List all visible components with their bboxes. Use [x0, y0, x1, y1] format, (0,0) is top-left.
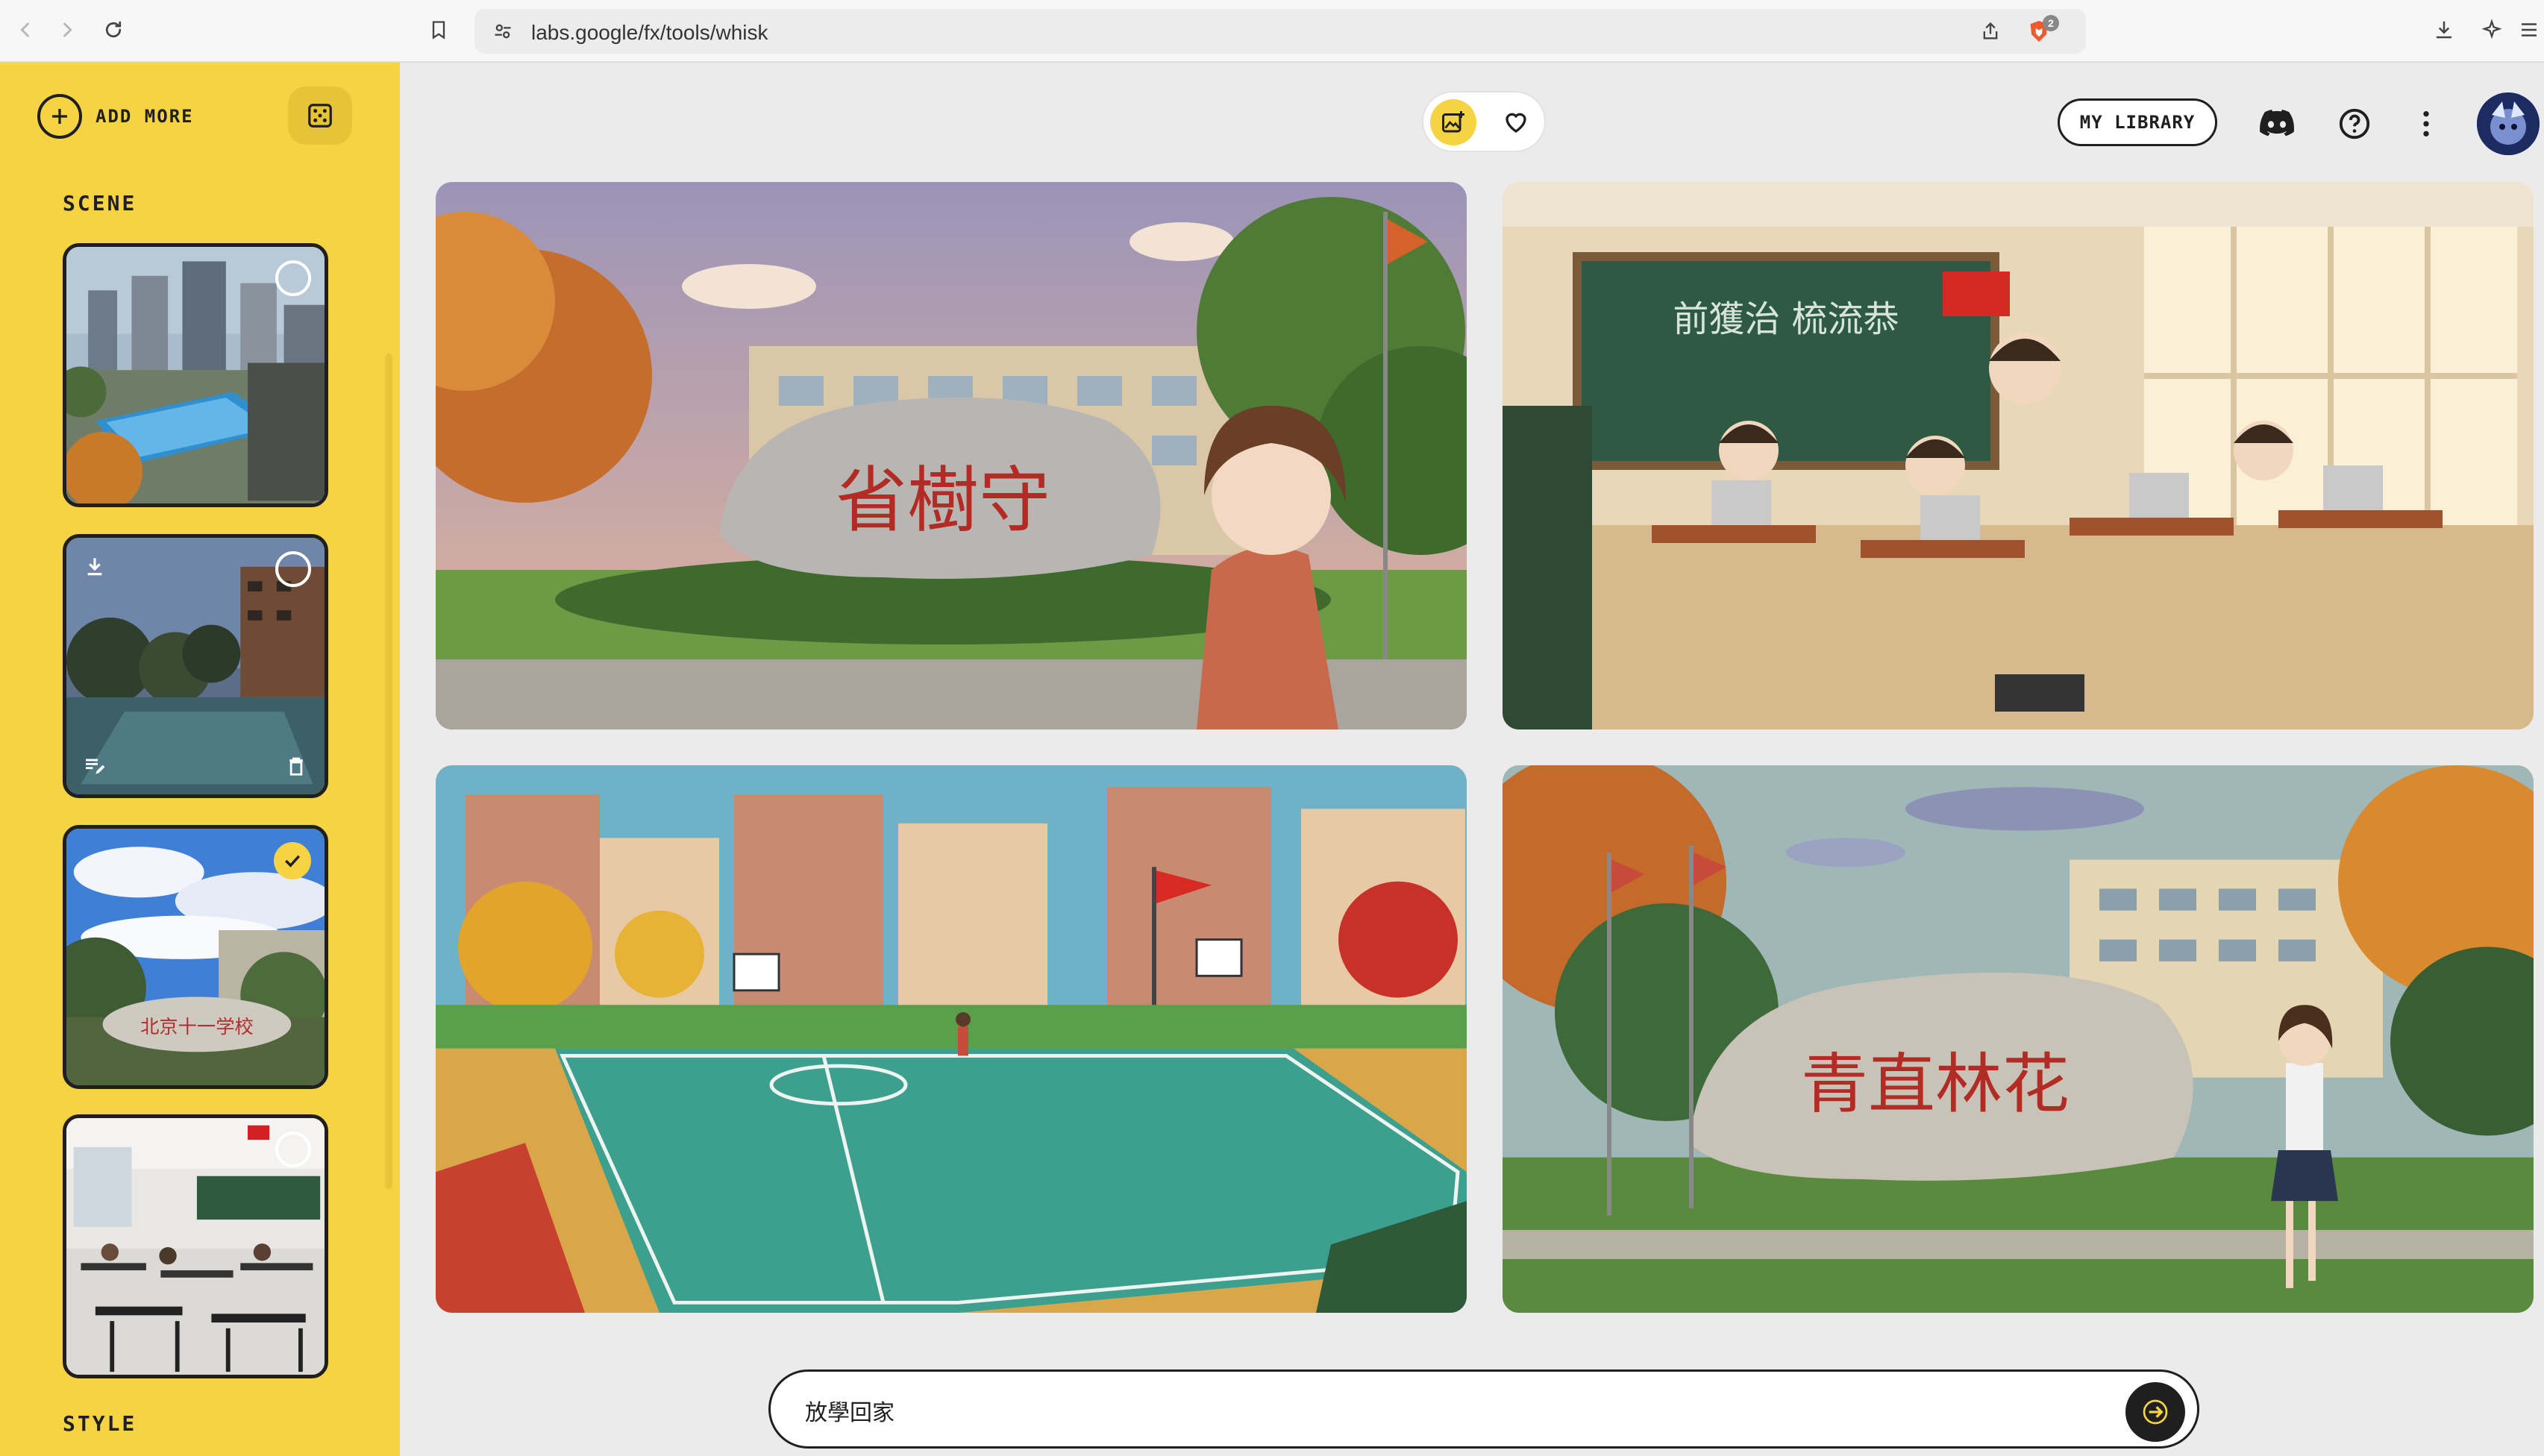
- view-toggle: [1422, 91, 1546, 152]
- prompt-bar: [768, 1369, 2199, 1449]
- generated-image-2[interactable]: 前獲治 梳流恭: [1503, 182, 2534, 729]
- forward-button[interactable]: [51, 13, 84, 46]
- reload-button[interactable]: [97, 13, 130, 46]
- scene-thumbnail-1[interactable]: [63, 243, 328, 507]
- generated-image-3-art: [436, 765, 1467, 1313]
- share-icon: [1983, 22, 1998, 40]
- downloads-button[interactable]: [2428, 13, 2460, 46]
- generated-image-2-art: 前獲治 梳流恭: [1503, 182, 2534, 729]
- dice-icon: [308, 104, 332, 128]
- generated-images-tab[interactable]: [1430, 99, 1476, 145]
- help-icon: [2339, 108, 2370, 139]
- edit-scene-button[interactable]: [77, 748, 113, 784]
- hamburger-icon: [2522, 23, 2537, 37]
- stone-inscription: 北京十一学校: [140, 1016, 254, 1038]
- select-ring-4[interactable]: [275, 1132, 311, 1167]
- bookmark-button[interactable]: [422, 13, 455, 46]
- url-text: labs.google/fx/tools/whisk: [531, 21, 768, 44]
- select-ring-2[interactable]: [275, 551, 311, 587]
- brave-shield-button[interactable]: 2: [2026, 15, 2062, 48]
- send-button[interactable]: [2125, 1382, 2185, 1442]
- discord-button[interactable]: [2256, 103, 2298, 145]
- stone-inscription-4: 青直林花: [1801, 1046, 2070, 1123]
- delete-scene-button[interactable]: [278, 748, 314, 784]
- tune-icon: [495, 24, 511, 39]
- shield-badge: 2: [2043, 15, 2059, 31]
- randomize-button[interactable]: [288, 87, 352, 145]
- scene-thumbnail-3[interactable]: 北京十一学校: [63, 825, 328, 1089]
- browser-menu-button[interactable]: [2516, 13, 2543, 46]
- plus-circle-icon: [37, 94, 82, 139]
- avatar-image: [2477, 92, 2540, 155]
- more-options-button[interactable]: [2405, 103, 2447, 145]
- more-vert-icon: [2423, 111, 2429, 136]
- generated-image-4[interactable]: 青直林花: [1503, 765, 2534, 1313]
- scene-thumbnail-4[interactable]: [63, 1114, 328, 1378]
- generated-image-1-art: 省樹守: [436, 182, 1467, 729]
- add-more-label: ADD MORE: [95, 106, 194, 127]
- back-button[interactable]: [9, 13, 42, 46]
- chevron-left-icon: [20, 22, 29, 37]
- share-button[interactable]: [1976, 16, 2005, 46]
- download-scene-button[interactable]: [77, 548, 113, 584]
- scene-thumbnail-2[interactable]: [63, 534, 328, 798]
- address-bar[interactable]: labs.google/fx/tools/whisk 2: [474, 9, 2086, 54]
- favorites-tab[interactable]: [1493, 99, 1539, 145]
- chalkboard-writing: 前獲治 梳流恭: [1673, 298, 1899, 340]
- select-ring-1[interactable]: [275, 260, 311, 296]
- check-icon: [285, 855, 301, 867]
- discord-icon: [2260, 110, 2294, 136]
- add-more-button[interactable]: ADD MORE: [37, 92, 194, 140]
- sidebar-scrollbar[interactable]: [385, 354, 392, 1189]
- chevron-right-icon: [63, 22, 72, 37]
- sparkle-icon: [2481, 19, 2502, 40]
- user-avatar[interactable]: [2477, 92, 2540, 155]
- heart-icon: [1506, 113, 1526, 133]
- reload-icon: [105, 21, 122, 38]
- arrow-right-icon: [2143, 1399, 2168, 1425]
- bookmark-icon: [432, 21, 445, 40]
- add-photo-icon: [1442, 111, 1464, 133]
- my-library-button[interactable]: MY LIBRARY: [2058, 98, 2217, 146]
- download-icon: [2437, 21, 2451, 39]
- leo-button[interactable]: [2475, 13, 2508, 46]
- generated-image-1[interactable]: 省樹守: [436, 182, 1467, 729]
- scene-section-title: SCENE: [63, 191, 137, 216]
- trash-icon: [289, 757, 303, 776]
- sidebar: ADD MORE SCENE 北京十一学校 STYLE: [0, 63, 400, 1456]
- help-button[interactable]: [2334, 103, 2375, 145]
- generated-image-3[interactable]: [436, 765, 1467, 1313]
- generated-image-4-art: 青直林花: [1503, 765, 2534, 1313]
- stone-inscription-1: 省樹守: [836, 459, 1050, 542]
- browser-toolbar: labs.google/fx/tools/whisk 2: [0, 0, 2544, 63]
- prompt-input[interactable]: [805, 1390, 2073, 1431]
- edit-note-icon: [86, 759, 105, 774]
- download-icon: [87, 558, 102, 576]
- style-section-title: STYLE: [63, 1411, 137, 1436]
- selected-check[interactable]: [274, 842, 311, 879]
